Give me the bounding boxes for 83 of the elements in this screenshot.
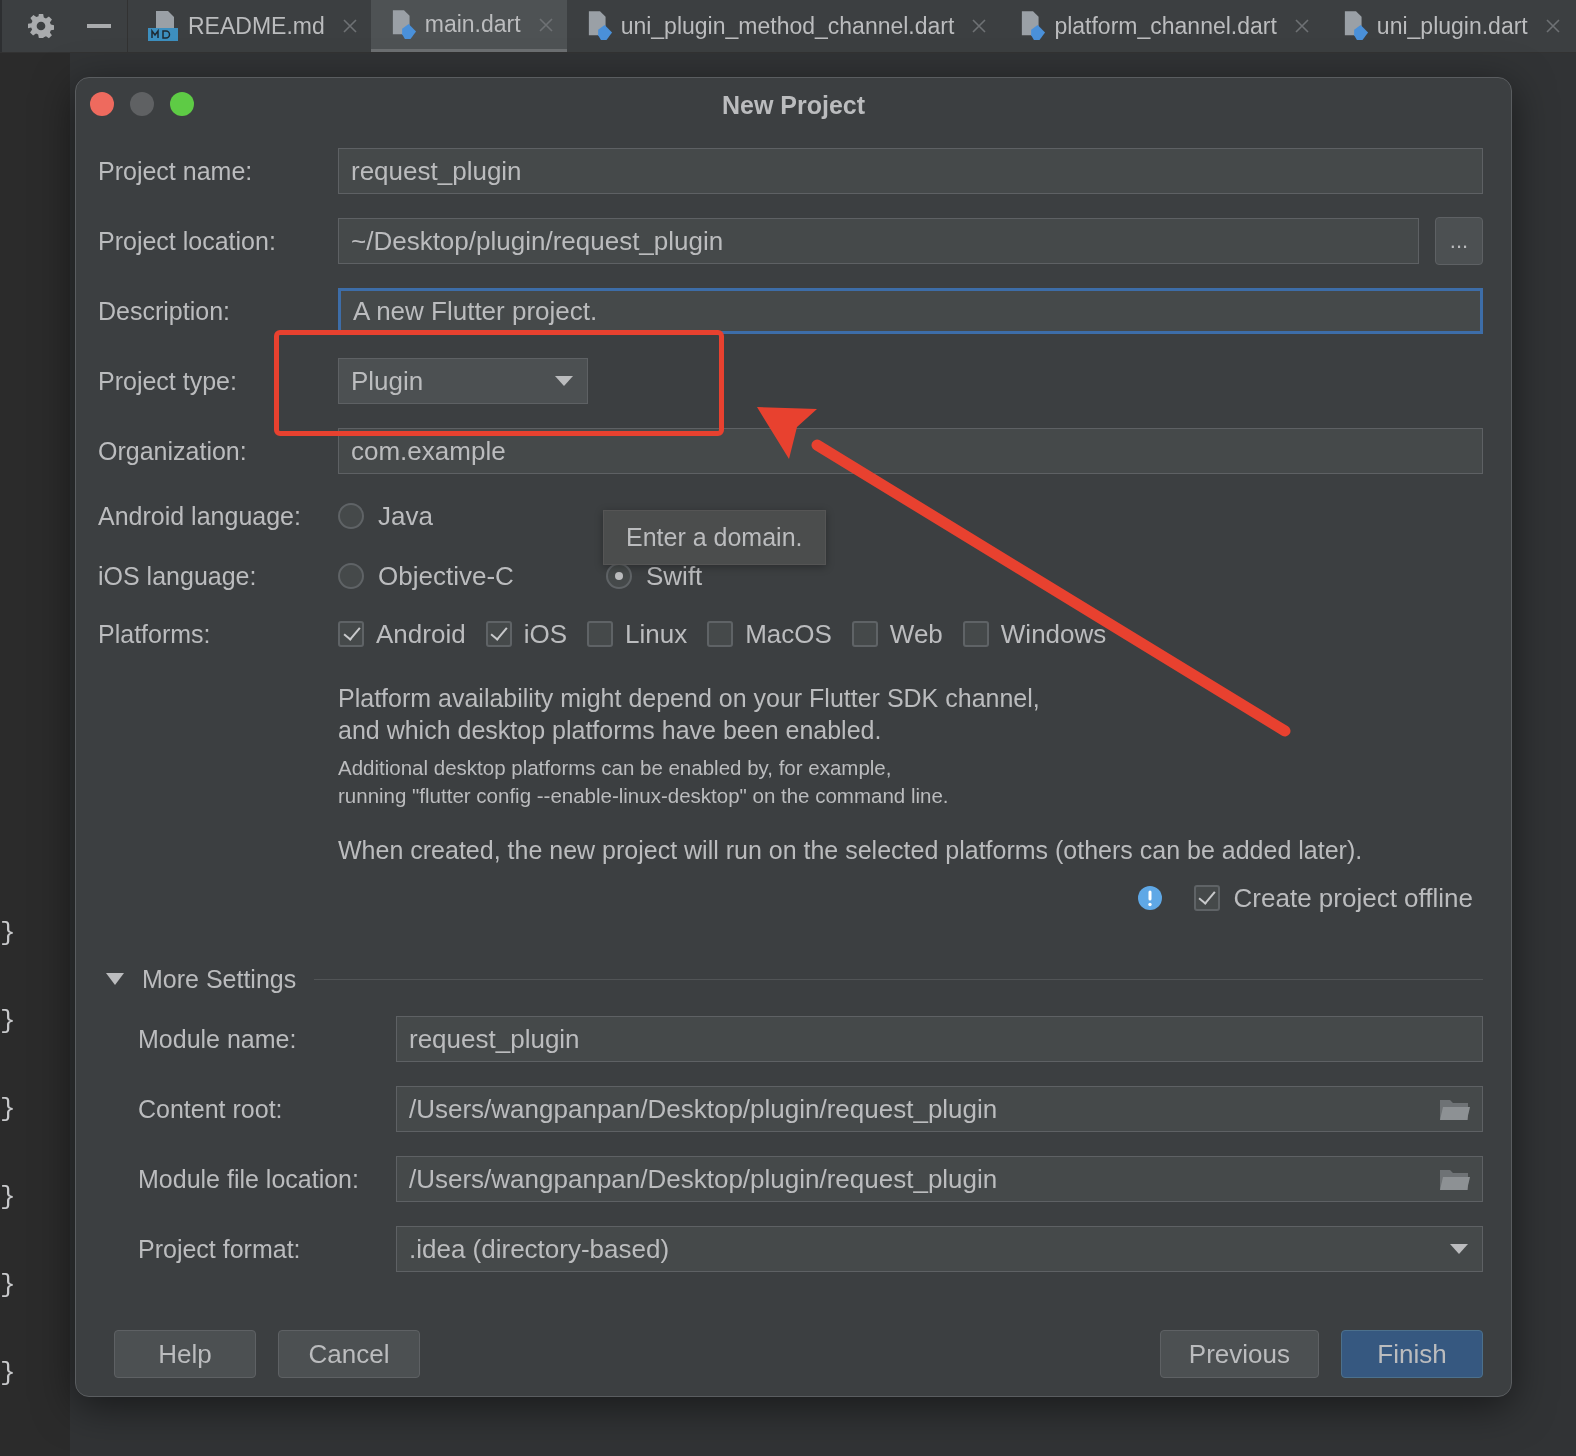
caret-icon [1450, 1244, 1468, 1254]
field-label: Module file location: [138, 1164, 360, 1194]
minimize-icon[interactable] [86, 24, 111, 28]
close-icon[interactable] [342, 19, 357, 33]
window-title: New Project [721, 90, 866, 120]
checkbox-label[interactable]: MacOS [745, 618, 832, 650]
close-window-button[interactable] [90, 92, 114, 116]
code-text: } [0, 1270, 17, 1300]
field-label: Project location: [98, 226, 277, 256]
minimize-window-button[interactable] [130, 92, 154, 116]
editor-tab[interactable]: uni_plugin.dart [1322, 0, 1574, 52]
editor-tab[interactable]: uni_plugin_method_channel.dart [566, 0, 1001, 52]
caret-icon [555, 376, 573, 386]
editor-tab[interactable]: README.md [128, 0, 371, 52]
field-label: Project name: [98, 156, 254, 186]
checkbox-label[interactable]: Android [376, 618, 466, 650]
info-icon [1137, 886, 1162, 910]
text-field[interactable]: request_plugin [396, 1016, 1483, 1062]
code-text: } [0, 1358, 17, 1388]
editor-tab[interactable]: main.dart [370, 0, 567, 52]
folder-icon[interactable] [1440, 1168, 1470, 1190]
section-title[interactable]: More Settings [142, 964, 297, 994]
dart-file-icon [390, 9, 417, 40]
help-text: Additional desktop platforms can be enabled by, for example, running "flutter config --enable-linux-desktop" on the command line. [338, 755, 950, 809]
checkbox-label[interactable]: Windows [1000, 618, 1107, 650]
markdown-file-icon [148, 11, 180, 41]
checkbox-label[interactable]: iOS [523, 618, 567, 650]
path-field[interactable]: /Users/wangpanpan/Desktop/plugin/request_plugin [396, 1086, 1483, 1132]
radio-button[interactable] [606, 563, 632, 589]
dart-file-icon [586, 11, 613, 41]
settings-icon[interactable] [28, 13, 55, 39]
code-text: } [0, 1182, 17, 1212]
path-field[interactable]: /Users/wangpanpan/Desktop/plugin/request_plugin [396, 1156, 1483, 1202]
field-label: iOS language: [98, 561, 258, 591]
checkbox[interactable] [338, 621, 364, 647]
tooltip: Enter a domain. [603, 510, 826, 565]
dart-file-icon [1342, 11, 1369, 41]
dialog-button[interactable]: Finish [1341, 1330, 1483, 1378]
field-label: Description: [98, 296, 231, 326]
code-text: } [0, 918, 17, 948]
checkbox[interactable] [485, 621, 512, 647]
folder-icon[interactable] [1440, 1098, 1470, 1120]
browse-button[interactable]: ... [1435, 217, 1483, 265]
project-type-dropdown[interactable]: Plugin [338, 358, 588, 404]
field-label: Content root: [138, 1094, 284, 1124]
checkbox-label[interactable]: Linux [624, 618, 688, 650]
text-field[interactable]: request_plugin [338, 148, 1483, 194]
field-label: Project type: [98, 366, 238, 396]
radio-label[interactable]: Java [378, 500, 433, 532]
close-icon[interactable] [972, 19, 987, 33]
field-label: Module name: [138, 1024, 298, 1054]
field-label: Android language: [98, 501, 302, 531]
checkbox[interactable] [851, 621, 878, 647]
dart-file-icon [1020, 11, 1047, 41]
text-field[interactable]: A new Flutter project. [338, 288, 1483, 334]
radio-button[interactable] [338, 503, 364, 529]
checkbox[interactable] [586, 621, 613, 647]
text-field[interactable]: com.example [338, 428, 1483, 474]
help-text: When created, the new project will run on the selected platforms (others can be added later). [338, 835, 1364, 866]
checkbox-label[interactable]: Web [889, 618, 943, 650]
help-text: Platform availability might depend on your Flutter SDK channel, and which desktop platforms have been enabled. [338, 683, 1041, 746]
dialog-button[interactable]: Help [114, 1330, 256, 1378]
expand-icon[interactable] [106, 973, 124, 985]
code-text: } [0, 1094, 17, 1124]
close-icon[interactable] [1294, 19, 1309, 33]
field-label: Platforms: [98, 619, 212, 649]
checkbox[interactable] [707, 621, 734, 647]
format-dropdown[interactable]: .idea (directory-based) [396, 1226, 1483, 1272]
checkbox[interactable] [1193, 885, 1220, 911]
radio-label[interactable]: Objective-C [378, 560, 514, 592]
dialog-button[interactable]: Cancel [278, 1330, 420, 1378]
radio-button[interactable] [338, 563, 364, 589]
close-icon[interactable] [1545, 19, 1560, 33]
checkbox[interactable] [962, 621, 989, 647]
field-label: Project format: [138, 1234, 302, 1264]
code-text: } [0, 1006, 17, 1036]
editor-tab[interactable]: platform_channel.dart [1000, 0, 1323, 52]
close-icon[interactable] [538, 17, 553, 32]
checkbox-label[interactable]: Create project offline [1233, 882, 1473, 914]
text-field[interactable]: ~/Desktop/plugin/request_plugin [338, 218, 1419, 264]
zoom-window-button[interactable] [170, 92, 194, 116]
field-label: Organization: [98, 436, 248, 466]
dialog-button[interactable]: Previous [1159, 1330, 1319, 1378]
